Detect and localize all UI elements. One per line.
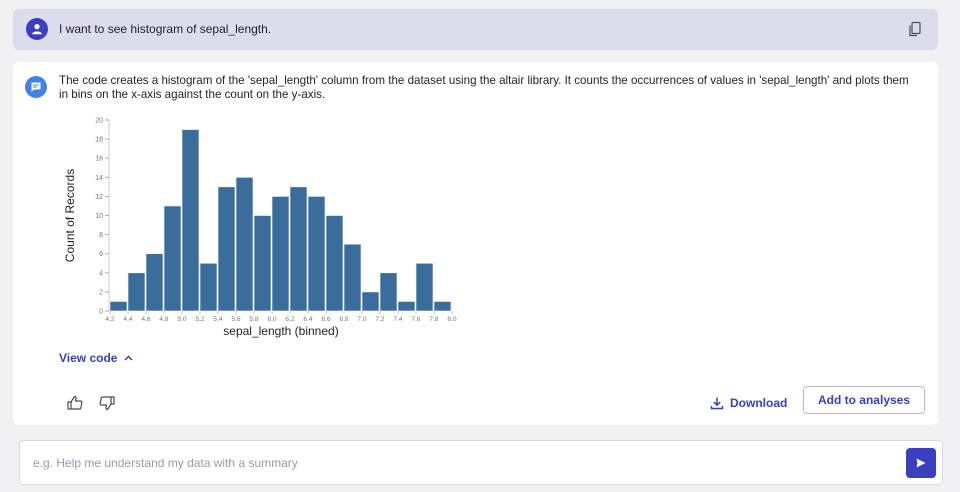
histogram-bar-1: [127, 272, 146, 312]
view-code-label: View code: [59, 351, 118, 365]
x-tick-label-2: 4.6: [141, 316, 150, 323]
histogram-bar-6: [217, 186, 236, 312]
x-tick-label-12: 6.6: [321, 316, 330, 323]
histogram-bar-7: [235, 177, 254, 312]
user-message: I want to see histogram of sepal_length.: [13, 9, 938, 50]
x-axis-title: sepal_length (binned): [223, 324, 338, 338]
x-tick-label-10: 6.2: [285, 316, 294, 323]
histogram-bar-12: [325, 215, 344, 312]
chat-input[interactable]: [33, 453, 893, 473]
y-tick-label-8: 8: [99, 232, 103, 239]
x-tick-label-7: 5.6: [231, 316, 240, 323]
histogram-bar-10: [289, 186, 308, 312]
download-icon: [710, 397, 724, 410]
y-tick-label-20: 20: [95, 118, 103, 125]
histogram-bar-3: [163, 205, 182, 312]
y-tick-label-12: 12: [95, 194, 103, 201]
histogram-chart: 0 2 4 6 8 10 12 14 16 18 20 4.2 4.4 4.6 4.8 5.0 5.2 5.4 5.…: [63, 118, 457, 339]
histogram-bar-14: [361, 291, 380, 312]
view-code-button[interactable]: View code: [59, 351, 134, 365]
histogram-bar-8: [253, 215, 272, 312]
x-tick-label-19: 8.0: [447, 316, 456, 323]
y-axis-title: Count of Records: [63, 169, 77, 262]
histogram-bar-17: [415, 262, 434, 312]
x-tick-label-0: 4.2: [105, 316, 114, 323]
x-tick-label-5: 5.2: [195, 316, 204, 323]
x-tick-label-15: 7.2: [375, 316, 384, 323]
y-tick-label-2: 2: [99, 289, 103, 296]
x-tick-label-14: 7.0: [357, 316, 366, 323]
x-tick-label-9: 6.0: [267, 316, 276, 323]
x-tick-label-11: 6.4: [303, 316, 312, 323]
download-label: Download: [730, 396, 788, 410]
histogram-bar-9: [271, 196, 290, 312]
chat-bubble-icon: [25, 76, 47, 98]
y-tick-label-16: 16: [95, 156, 103, 163]
chevron-up-icon: [124, 355, 134, 361]
reply-text: The code creates a histogram of the 'sep…: [59, 74, 909, 101]
thumbs-down-icon[interactable]: [98, 394, 116, 412]
y-tick-label-10: 10: [95, 213, 103, 220]
x-tick-label-18: 7.8: [429, 316, 438, 323]
user-message-text: I want to see histogram of sepal_length.: [59, 22, 272, 36]
send-icon: [916, 458, 926, 468]
send-button[interactable]: [906, 448, 936, 478]
y-tick-label-14: 14: [95, 175, 103, 182]
histogram-bar-15: [379, 272, 398, 312]
histogram-bar-13: [343, 243, 362, 312]
histogram-bar-16: [397, 301, 416, 312]
x-tick-label-3: 4.8: [159, 316, 168, 323]
chat-input-bar: [19, 440, 943, 485]
histogram-bar-11: [307, 196, 326, 312]
download-button[interactable]: Download: [710, 392, 787, 414]
histogram-bar-18: [433, 301, 452, 312]
thumbs-up-icon[interactable]: [66, 394, 84, 412]
histogram-bar-4: [181, 129, 200, 312]
x-tick-label-4: 5.0: [177, 316, 186, 323]
x-tick-label-16: 7.4: [393, 316, 402, 323]
histogram-bar-2: [145, 253, 164, 312]
assistant-reply: The code creates a histogram of the 'sep…: [13, 62, 938, 425]
y-tick-label-18: 18: [95, 137, 103, 144]
copy-icon[interactable]: [906, 20, 924, 38]
x-tick-label-13: 6.8: [339, 316, 348, 323]
add-to-analyses-button[interactable]: Add to analyses: [803, 386, 925, 414]
y-tick-label-6: 6: [99, 251, 103, 258]
histogram-bar-0: [109, 301, 128, 312]
x-tick-label-8: 5.8: [249, 316, 258, 323]
y-tick-label-4: 4: [99, 270, 103, 277]
x-tick-label-17: 7.6: [411, 316, 420, 323]
user-avatar-icon: [26, 18, 48, 40]
histogram-bar-5: [199, 262, 218, 312]
x-tick-label-6: 5.4: [213, 316, 222, 323]
y-tick-label-0: 0: [99, 309, 103, 316]
x-tick-label-1: 4.4: [123, 316, 132, 323]
